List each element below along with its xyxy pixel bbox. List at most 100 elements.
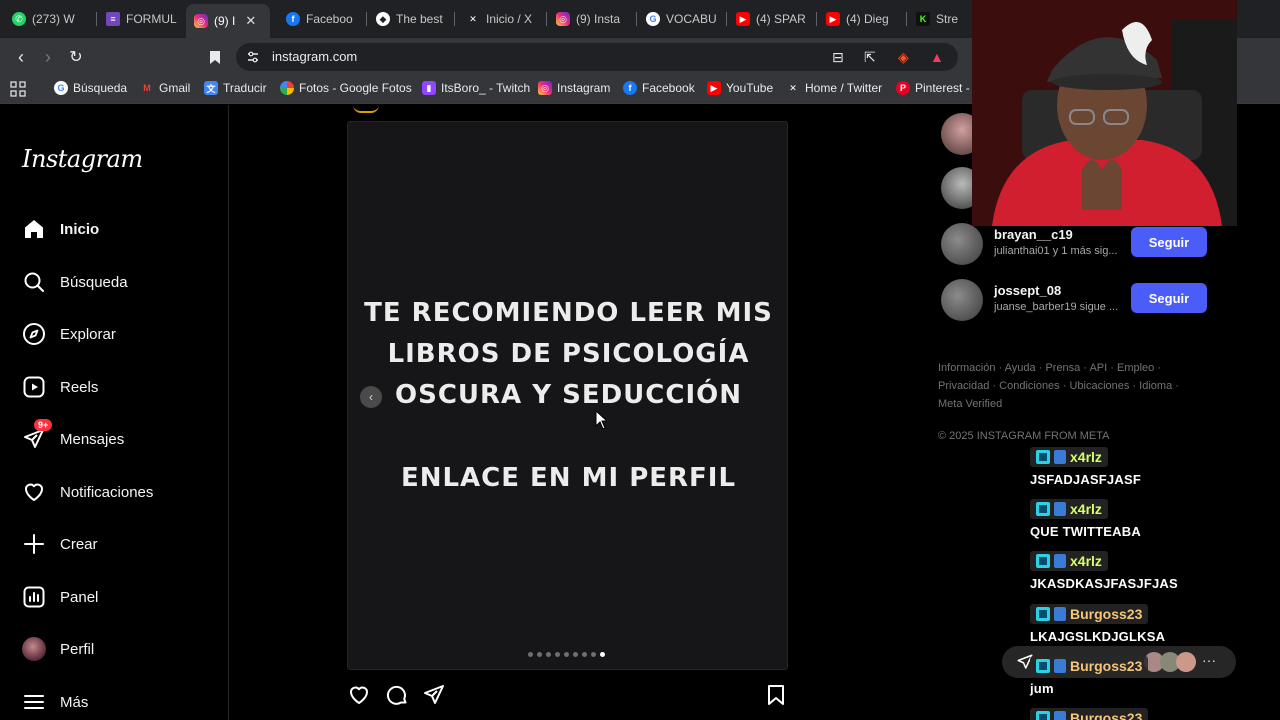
- chat-text: LKAJGSLKDJGLKSA: [1030, 629, 1166, 644]
- tab-forms[interactable]: ≡ FORMUL: [98, 6, 188, 32]
- avatar[interactable]: [941, 223, 983, 265]
- bookmark-traducir[interactable]: 文 Traducir: [204, 81, 267, 95]
- carousel-prev-button[interactable]: ‹: [360, 386, 382, 408]
- footer-link[interactable]: Idioma: [1139, 380, 1172, 392]
- webcam-overlay: [972, 0, 1237, 226]
- bookmark-label: Gmail: [159, 81, 191, 95]
- forward-arrow-icon[interactable]: ›: [37, 46, 59, 68]
- follow-button[interactable]: Seguir: [1131, 283, 1207, 313]
- share-icon[interactable]: ⇱: [864, 49, 876, 66]
- facebook-icon: f: [286, 12, 300, 26]
- tab-facebook[interactable]: f Faceboo: [278, 6, 364, 32]
- nav-explorar[interactable]: Explorar: [22, 322, 116, 346]
- tab-vocabu[interactable]: G VOCABU: [638, 6, 724, 32]
- url-text: instagram.com: [272, 49, 358, 64]
- whatsapp-icon: ✆: [12, 12, 26, 26]
- suggestion-item: brayan__c19 julianthai01 y 1 más sig... …: [941, 223, 1261, 267]
- bookmark-twitter[interactable]: ✕ Home / Twitter: [786, 81, 882, 95]
- bookmark-twitch[interactable]: ▮ ItsBoro_ - Twitch: [422, 81, 530, 95]
- chat-username: x4rlz: [1070, 553, 1102, 569]
- tab-whatsapp[interactable]: ✆ (273) W: [4, 6, 94, 32]
- tab-label: (273) W: [32, 12, 75, 26]
- tab-label: FORMUL: [126, 12, 177, 26]
- back-arrow-icon[interactable]: ‹: [10, 46, 32, 68]
- chat-message: Burgoss23 LKAJGSLKDJGLKSA: [1030, 604, 1165, 644]
- close-icon[interactable]: ✕: [245, 13, 256, 29]
- carousel-dot: [600, 652, 605, 657]
- bookmark-page-icon[interactable]: [204, 46, 226, 68]
- comment-icon[interactable]: [385, 683, 409, 707]
- tab-youtube-1[interactable]: ▶ (4) SPAR: [728, 6, 814, 32]
- brave-rewards-icon[interactable]: ▲: [930, 49, 944, 65]
- bookmark-pinterest[interactable]: P Pinterest - I: [896, 81, 976, 95]
- story-ring: [353, 105, 379, 113]
- carousel-dot: [537, 652, 542, 657]
- footer-link[interactable]: Ayuda: [1005, 362, 1036, 374]
- suggestion-username[interactable]: brayan__c19: [994, 227, 1073, 242]
- heart-icon: [25, 483, 43, 501]
- post-text-line: LIBROS DE PSICOLOGÍA: [387, 339, 750, 369]
- footer-link[interactable]: Empleo: [1117, 362, 1154, 374]
- avatar[interactable]: [941, 279, 983, 321]
- post-carousel[interactable]: TE RECOMIENDO LEER MIS LIBROS DE PSICOLO…: [347, 121, 788, 670]
- bookmark-gmail[interactable]: M Gmail: [140, 81, 190, 95]
- footer-link[interactable]: Privacidad: [938, 380, 989, 392]
- reload-icon[interactable]: ↻: [65, 46, 87, 68]
- tab-kick[interactable]: K Stre: [908, 6, 970, 32]
- apps-grid-icon[interactable]: [10, 81, 26, 97]
- chat-badge-icon: [1054, 502, 1066, 516]
- follow-button[interactable]: Seguir: [1131, 227, 1207, 257]
- nav-mas[interactable]: Más: [22, 690, 88, 714]
- tab-the-best[interactable]: ◆ The best: [368, 6, 452, 32]
- nav-label: Crear: [60, 535, 98, 553]
- address-bar[interactable]: instagram.com ⊟ ⇱ ◈ ▲: [236, 43, 958, 71]
- more-icon[interactable]: ···: [1202, 652, 1216, 668]
- footer-link[interactable]: Ubicaciones: [1069, 380, 1129, 392]
- tab-youtube-2[interactable]: ▶ (4) Dieg: [818, 6, 904, 32]
- bookmark-instagram[interactable]: ◎ Instagram: [538, 81, 610, 95]
- nav-label: Reels: [60, 378, 99, 396]
- nav-label: Perfil: [60, 640, 95, 658]
- chat-badge-icon: [1054, 450, 1066, 464]
- like-heart-icon[interactable]: [347, 683, 371, 707]
- site-settings-icon[interactable]: [246, 50, 260, 64]
- share-send-icon[interactable]: [422, 683, 446, 707]
- footer-link[interactable]: Condiciones: [999, 380, 1060, 392]
- translate-icon: 文: [204, 81, 218, 95]
- footer-link[interactable]: Prensa: [1045, 362, 1080, 374]
- install-app-icon[interactable]: ⊟: [832, 49, 844, 66]
- nav-mensajes[interactable]: 9+ Mensajes: [22, 419, 125, 451]
- nav-perfil[interactable]: Perfil: [22, 637, 94, 661]
- nav-busqueda[interactable]: Búsqueda: [22, 270, 128, 294]
- nav-panel[interactable]: Panel: [22, 585, 98, 609]
- bookmark-youtube[interactable]: ▶ YouTube: [707, 81, 773, 95]
- chat-username: Burgoss23: [1070, 606, 1143, 622]
- bookmark-busqueda[interactable]: G Búsqueda: [54, 81, 127, 95]
- nav-label: Mensajes: [60, 430, 125, 448]
- footer-link[interactable]: Meta Verified: [938, 398, 1002, 410]
- tab-instagram-2[interactable]: ◎ (9) Insta: [548, 6, 634, 32]
- save-bookmark-icon[interactable]: [764, 683, 788, 707]
- carousel-dot: [546, 652, 551, 657]
- chat-badge-icon: [1054, 607, 1066, 621]
- tab-instagram-active[interactable]: ◎ (9) I ✕: [186, 4, 270, 38]
- footer-link[interactable]: API: [1089, 362, 1107, 374]
- bookmark-fotos[interactable]: Fotos - Google Fotos: [280, 81, 412, 95]
- bookmark-facebook[interactable]: f Facebook: [623, 81, 695, 95]
- chat-message: Burgoss23 jum: [1030, 656, 1149, 696]
- nav-notificaciones[interactable]: Notificaciones: [22, 480, 153, 504]
- tab-x[interactable]: ✕ Inicio / X: [458, 6, 544, 32]
- nav-inicio[interactable]: Inicio: [22, 217, 99, 241]
- nav-reels[interactable]: Reels: [22, 375, 98, 399]
- suggestion-username[interactable]: jossept_08: [994, 283, 1061, 298]
- footer-link[interactable]: Información: [938, 362, 995, 374]
- brave-shield-icon[interactable]: ◈: [898, 49, 909, 66]
- avatar-icon: [22, 637, 46, 661]
- nav-crear[interactable]: Crear: [22, 532, 98, 556]
- post-actions: [347, 683, 788, 707]
- tab-label: The best: [396, 12, 443, 26]
- suggestion-subtitle: juanse_barber19 sigue ...: [994, 301, 1119, 313]
- google-icon: G: [54, 81, 68, 95]
- instagram-logo[interactable]: Instagram: [22, 145, 143, 173]
- tab-label: Faceboo: [306, 12, 353, 26]
